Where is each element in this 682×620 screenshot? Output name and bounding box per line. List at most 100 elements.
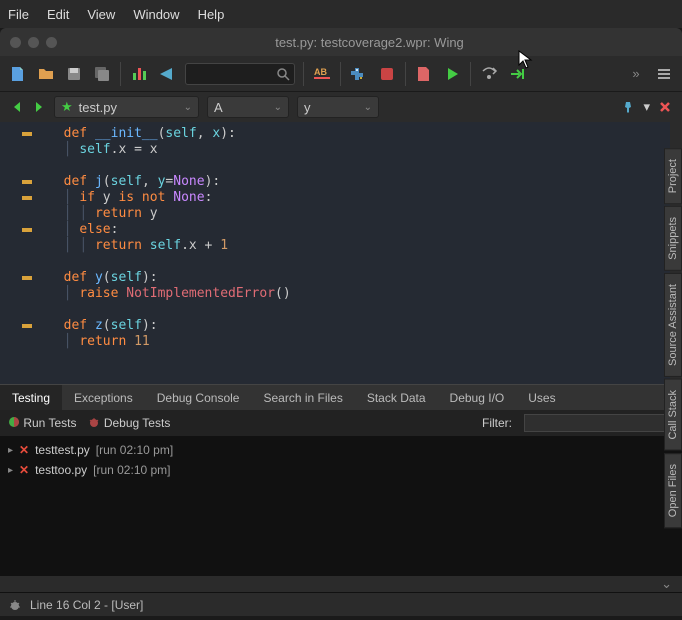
close-tab-icon[interactable] — [658, 100, 672, 114]
disclosure-icon[interactable]: ▸ — [8, 465, 13, 476]
panel-tab-open-files[interactable]: Open Files — [664, 453, 682, 528]
test-result-row[interactable]: ▸ ✕ testtest.py [run 02:10 pm] — [8, 440, 674, 460]
expand-panel-icon[interactable]: ⌄ — [661, 576, 672, 592]
nav-forward-icon[interactable] — [32, 100, 46, 114]
code-line[interactable]: def __init__(self, x): — [48, 126, 670, 142]
debug-tests-button[interactable]: Debug Tests — [88, 416, 170, 430]
filter-label: Filter: — [482, 416, 512, 430]
code-line[interactable]: │ self.x = x — [48, 142, 670, 158]
class-name: A — [214, 100, 223, 115]
toolbar-separator — [340, 62, 341, 86]
highlight-icon[interactable]: AB — [312, 64, 332, 84]
symbol-selector[interactable]: y ⌄ — [297, 96, 379, 118]
file-selector[interactable]: ★ test.py ⌄ — [54, 96, 199, 118]
code-line[interactable]: │ return 11 — [48, 334, 670, 350]
disclosure-icon[interactable]: ▸ — [8, 445, 13, 456]
panel-tab-source-assistant[interactable]: Source Assistant — [664, 273, 682, 377]
code-line[interactable] — [48, 158, 670, 174]
tab-testing[interactable]: Testing — [0, 385, 62, 410]
class-selector[interactable]: A ⌄ — [207, 96, 289, 118]
tab-exceptions[interactable]: Exceptions — [62, 385, 145, 410]
fold-mark-icon[interactable] — [22, 228, 32, 232]
close-window-icon[interactable] — [10, 37, 21, 48]
toolbar-separator — [120, 62, 121, 86]
save-all-icon[interactable] — [92, 64, 112, 84]
toolbar-search-input[interactable] — [185, 63, 295, 85]
menu-edit[interactable]: Edit — [47, 7, 69, 22]
zoom-window-icon[interactable] — [46, 37, 57, 48]
code-line[interactable]: │ raise NotImplementedError() — [48, 286, 670, 302]
stop-icon[interactable] — [377, 64, 397, 84]
step-over-icon[interactable] — [479, 64, 499, 84]
test-run-time: [run 02:10 pm] — [93, 463, 170, 477]
hamburger-icon[interactable] — [654, 64, 674, 84]
python-icon[interactable] — [349, 64, 369, 84]
code-line[interactable]: def y(self): — [48, 270, 670, 286]
save-icon[interactable] — [64, 64, 84, 84]
menubar: File Edit View Window Help — [0, 0, 682, 28]
window-title: test.py: testcoverage2.wpr: Wing — [57, 35, 682, 50]
pin-icon[interactable] — [621, 100, 635, 114]
bug-icon[interactable] — [8, 598, 22, 612]
test-file-name: testtoo.py — [35, 463, 87, 477]
code-line[interactable]: │ │ return y — [48, 206, 670, 222]
run-icon[interactable] — [442, 64, 462, 84]
titlebar: test.py: testcoverage2.wpr: Wing — [0, 28, 682, 56]
filter-input[interactable] — [524, 414, 674, 432]
coverage-icon[interactable] — [129, 64, 149, 84]
goto-icon[interactable] — [157, 64, 177, 84]
new-file-icon[interactable] — [8, 64, 28, 84]
code-editor[interactable]: def __init__(self, x): │ self.x = x def … — [38, 122, 670, 384]
fail-icon: ✕ — [19, 443, 29, 457]
tab-stack-data[interactable]: Stack Data — [355, 385, 438, 410]
file-name: test.py — [79, 100, 117, 115]
step-into-icon[interactable] — [507, 64, 527, 84]
debug-file-icon[interactable] — [414, 64, 434, 84]
run-tests-button[interactable]: Run Tests — [8, 416, 76, 430]
nav-back-icon[interactable] — [10, 100, 24, 114]
test-run-time: [run 02:10 pm] — [96, 443, 173, 457]
code-line[interactable]: │ else: — [48, 222, 670, 238]
cursor-position: Line 16 Col 2 - [User] — [30, 598, 143, 612]
window-controls — [0, 37, 57, 48]
menu-window[interactable]: Window — [133, 7, 179, 22]
tab-debug-console[interactable]: Debug Console — [145, 385, 252, 410]
fold-mark-icon[interactable] — [22, 132, 32, 136]
star-icon: ★ — [61, 99, 73, 115]
minimize-window-icon[interactable] — [28, 37, 39, 48]
code-line[interactable] — [48, 254, 670, 270]
bottom-toggle-bar: ⌄ — [0, 576, 682, 592]
tab-debug-io[interactable]: Debug I/O — [438, 385, 517, 410]
menu-help[interactable]: Help — [198, 7, 225, 22]
chevron-down-icon: ⌄ — [364, 102, 372, 113]
toolbar-separator — [470, 62, 471, 86]
test-result-row[interactable]: ▸ ✕ testtoo.py [run 02:10 pm] — [8, 460, 674, 480]
panel-tab-project[interactable]: Project — [664, 148, 682, 204]
test-file-name: testtest.py — [35, 443, 90, 457]
chevron-down-icon: ⌄ — [184, 102, 192, 113]
tab-search-in-files[interactable]: Search in Files — [251, 385, 354, 410]
editor-gutter[interactable] — [0, 122, 38, 384]
code-line[interactable]: def j(self, y=None): — [48, 174, 670, 190]
code-line[interactable]: │ │ return self.x + 1 — [48, 238, 670, 254]
fold-mark-icon[interactable] — [22, 276, 32, 280]
panel-tab-call-stack[interactable]: Call Stack — [664, 379, 682, 451]
fold-mark-icon[interactable] — [22, 324, 32, 328]
fold-mark-icon[interactable] — [22, 196, 32, 200]
code-line[interactable] — [48, 302, 670, 318]
more-icon[interactable]: » — [626, 64, 646, 84]
editor-nav-bar: ★ test.py ⌄ A ⌄ y ⌄ ▾ — [0, 92, 682, 122]
menu-file[interactable]: File — [8, 7, 29, 22]
svg-text:AB: AB — [314, 67, 327, 77]
fold-mark-icon[interactable] — [22, 180, 32, 184]
panel-tab-snippets[interactable]: Snippets — [664, 206, 682, 271]
menu-view[interactable]: View — [87, 7, 115, 22]
statusbar: Line 16 Col 2 - [User] — [0, 592, 682, 616]
code-line[interactable]: │ if y is not None: — [48, 190, 670, 206]
options-icon[interactable]: ▾ — [643, 99, 650, 115]
code-line[interactable]: def z(self): — [48, 318, 670, 334]
tab-uses[interactable]: Uses — [516, 385, 567, 410]
fail-icon: ✕ — [19, 463, 29, 477]
chevron-down-icon: ⌄ — [274, 102, 282, 113]
open-folder-icon[interactable] — [36, 64, 56, 84]
